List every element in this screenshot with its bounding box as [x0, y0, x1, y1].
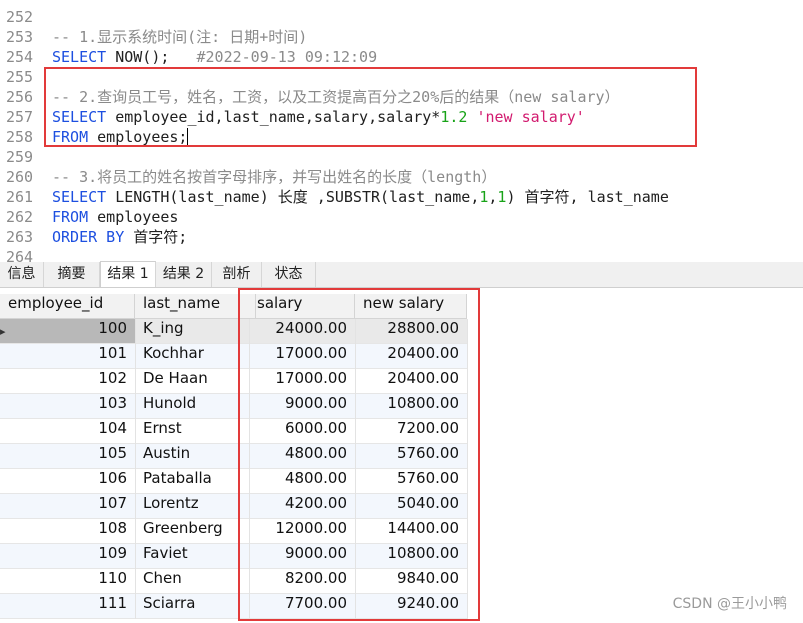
code-line[interactable]: 252 — [0, 7, 803, 27]
code-token: -- 1.显示系统时间(注: 日期+时间) — [52, 28, 308, 46]
cell-last-name[interactable]: Greenberg — [135, 519, 239, 544]
sql-editor[interactable]: 252 253 -- 1.显示系统时间(注: 日期+时间) 254 SELECT NOW… — [0, 0, 803, 266]
code-token: FROM — [52, 208, 89, 226]
cell-employee-id[interactable]: 107 — [0, 494, 135, 519]
line-number: 253 — [6, 28, 34, 46]
cell-last-name[interactable]: Austin — [135, 444, 239, 469]
code-token: LENGTH(last_name) 长度 ,SUBSTR(last_name, — [106, 188, 480, 206]
result-tabs: 信息 摘要 结果 1 结果 2 剖析 状态 — [0, 261, 803, 288]
line-number: 259 — [6, 148, 34, 166]
line-number: 262 — [6, 208, 34, 226]
column-divider — [135, 319, 136, 619]
cell-employee-id[interactable]: 102 — [0, 369, 135, 394]
code-token: ) 首字符, last_name — [506, 188, 669, 206]
column-header-last-name[interactable]: last_name — [135, 294, 239, 319]
cell-last-name[interactable]: De Haan — [135, 369, 239, 394]
code-text: FROM employees — [52, 207, 178, 227]
cell-last-name[interactable]: Ernst — [135, 419, 239, 444]
cell-last-name[interactable]: K_ing — [135, 319, 239, 344]
current-row-marker-icon: ▸ — [0, 325, 6, 338]
cell-employee-id[interactable]: 104 — [0, 419, 135, 444]
tab-1[interactable]: 摘要 — [44, 262, 100, 287]
cell-last-name[interactable]: Hunold — [135, 394, 239, 419]
highlight-box-query-2 — [44, 67, 697, 147]
tab-2[interactable]: 结果 1 — [100, 261, 156, 287]
cell-last-name[interactable]: Faviet — [135, 544, 239, 569]
line-number: 260 — [6, 168, 34, 186]
cell-last-name[interactable]: Sciarra — [135, 594, 239, 619]
cell-last-name[interactable]: Pataballa — [135, 469, 239, 494]
line-number: 254 — [6, 48, 34, 66]
cell-employee-id[interactable]: 110 — [0, 569, 135, 594]
code-line[interactable]: 263 ORDER BY 首字符; — [0, 227, 803, 247]
line-number: 261 — [6, 188, 34, 206]
code-text: -- 1.显示系统时间(注: 日期+时间) — [52, 27, 307, 47]
code-token: SELECT — [52, 48, 107, 66]
line-number: 258 — [6, 128, 34, 146]
cell-employee-id[interactable]: 106 — [0, 469, 135, 494]
tab-5[interactable]: 状态 — [262, 262, 316, 287]
code-line[interactable]: 262 FROM employees — [0, 207, 803, 227]
code-line[interactable]: 261 SELECT LENGTH(last_name) 长度 ,SUBSTR(l… — [0, 187, 803, 207]
code-text: SELECT LENGTH(last_name) 长度 ,SUBSTR(last… — [52, 187, 669, 207]
line-number: 255 — [6, 68, 34, 86]
code-text: SELECT NOW(); #2022-09-13 09:12:09 — [52, 47, 377, 67]
code-token: SELECT — [52, 188, 107, 206]
tab-0[interactable]: 信息 — [0, 262, 44, 287]
code-text: ORDER BY 首字符; — [52, 227, 187, 247]
cell-employee-id[interactable]: 109 — [0, 544, 135, 569]
tab-4[interactable]: 剖析 — [212, 262, 262, 287]
cell-employee-id[interactable]: 100 — [0, 319, 135, 344]
cell-employee-id[interactable]: 103 — [0, 394, 135, 419]
code-line[interactable]: 260 -- 3.将员工的姓名按首字母排序，并写出姓名的长度（length） — [0, 167, 803, 187]
cell-last-name[interactable]: Kochhar — [135, 344, 239, 369]
cell-employee-id[interactable]: 105 — [0, 444, 135, 469]
line-number: 263 — [6, 228, 34, 246]
watermark: CSDN @王小小鸭 — [672, 596, 787, 612]
code-text: -- 3.将员工的姓名按首字母排序，并写出姓名的长度（length） — [52, 167, 496, 187]
tab-3[interactable]: 结果 2 — [156, 262, 212, 287]
code-token: employees — [88, 208, 179, 226]
code-line[interactable]: 253 -- 1.显示系统时间(注: 日期+时间) — [0, 27, 803, 47]
cell-last-name[interactable]: Lorentz — [135, 494, 239, 519]
code-line[interactable]: 259 — [0, 147, 803, 167]
code-token: ORDER BY — [52, 228, 125, 246]
line-number: 257 — [6, 108, 34, 126]
line-number: 256 — [6, 88, 34, 106]
cell-employee-id[interactable]: 111 — [0, 594, 135, 619]
column-header-employee-id[interactable]: employee_id — [0, 294, 135, 319]
cell-employee-id[interactable]: 108 — [0, 519, 135, 544]
highlight-box-salary-columns — [238, 288, 480, 621]
code-line[interactable]: 254 SELECT NOW(); #2022-09-13 09:12:09 — [0, 47, 803, 67]
line-number: 252 — [6, 8, 34, 26]
cell-last-name[interactable]: Chen — [135, 569, 239, 594]
code-token: -- 3.将员工的姓名按首字母排序，并写出姓名的长度（length） — [52, 168, 497, 186]
code-token: NOW(); — [106, 48, 197, 66]
cell-employee-id[interactable]: 101 — [0, 344, 135, 369]
code-token: #2022-09-13 09:12:09 — [196, 48, 378, 66]
code-token: 首字符; — [124, 228, 188, 246]
